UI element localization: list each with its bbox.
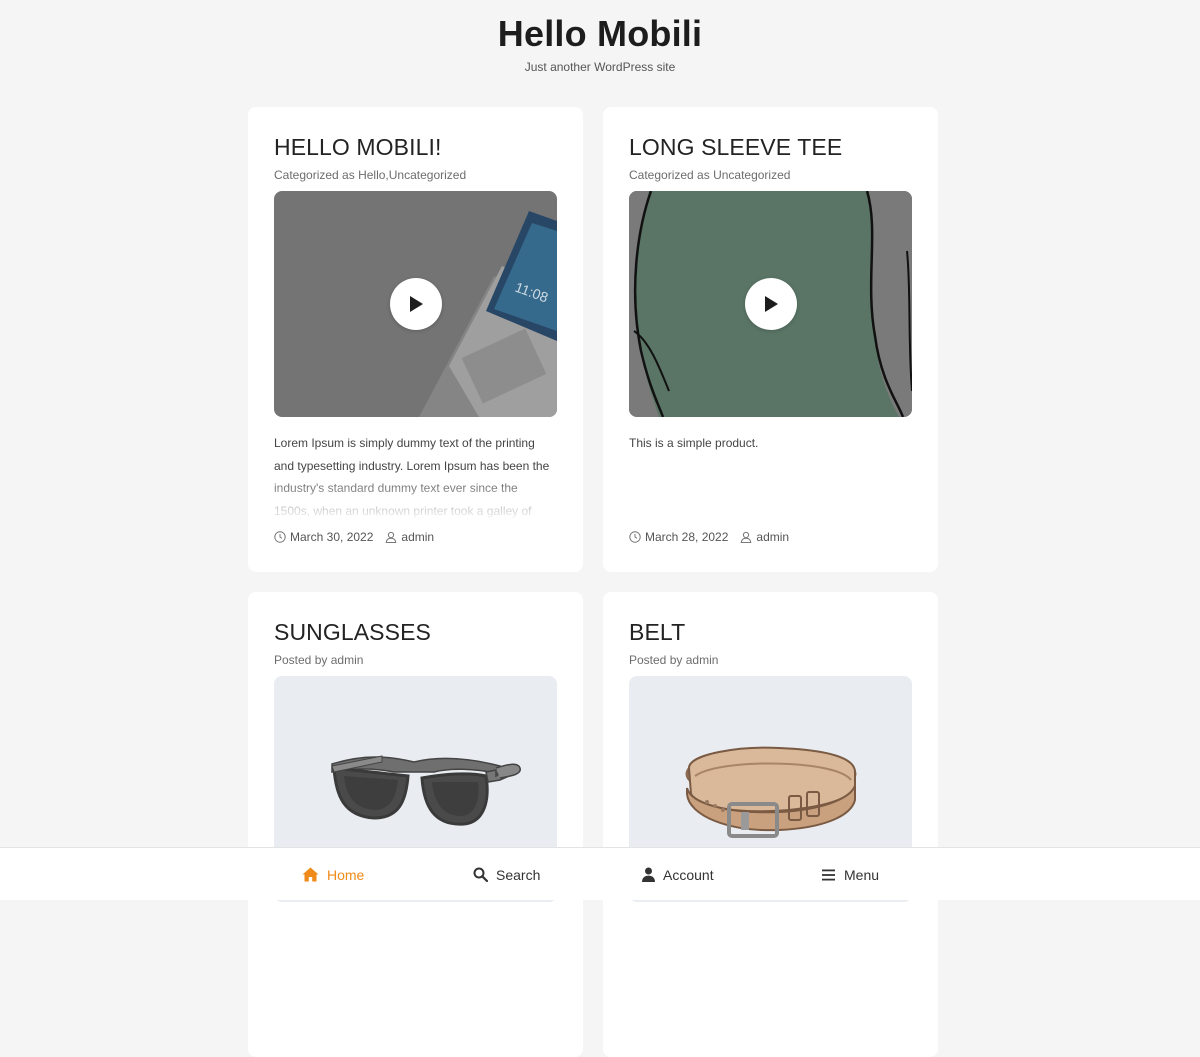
nav-menu[interactable]: Menu [822,848,879,901]
post-card: SUNGLASSES Posted by admin [248,592,583,1057]
post-excerpt: Lorem Ipsum is simply dummy text of the … [274,432,557,522]
post-title[interactable]: LONG SLEEVE TEE [629,133,912,161]
user-outline-icon [386,531,397,543]
post-footer: March 30, 2022 admin [274,530,446,544]
nav-account[interactable]: Account [642,848,714,901]
posts-grid: HELLO MOBILI! Categorized as Hello,Uncat… [248,107,938,1057]
post-byline: Posted by admin [629,652,912,668]
nav-home[interactable]: Home [302,848,364,901]
post-date-text[interactable]: March 30, 2022 [290,530,373,544]
post-title[interactable]: BELT [629,618,912,646]
meta-prefix: Categorized as [274,168,355,182]
play-icon [409,296,423,312]
nav-account-label: Account [663,866,714,883]
clock-icon [274,531,286,543]
post-author-text[interactable]: admin [401,530,434,544]
category-links[interactable]: Hello,Uncategorized [358,168,466,182]
menu-icon [822,869,835,880]
nav-home-label: Home [327,866,365,883]
category-links[interactable]: Uncategorized [713,168,790,182]
post-categories: Categorized as Hello,Uncategorized [274,167,557,183]
play-button[interactable] [389,278,442,330]
meta-prefix: Posted by [629,653,683,667]
post-video[interactable] [629,191,912,417]
site-header: Hello Mobili Just another WordPress site [0,0,1200,94]
post-author: admin [740,530,789,544]
play-button[interactable] [744,278,797,330]
post-footer: March 28, 2022 admin [629,530,801,544]
nav-menu-label: Menu [844,866,880,883]
post-title[interactable]: SUNGLASSES [274,618,557,646]
play-icon [764,296,778,312]
site-tagline: Just another WordPress site [524,60,676,74]
post-card: LONG SLEEVE TEE Categorized as Uncategor… [603,107,938,572]
post-video[interactable]: 11:08 [274,191,557,417]
author-link[interactable]: admin [686,653,719,667]
search-icon [473,867,488,882]
post-card: BELT Posted by admin [603,592,938,1057]
user-outline-icon [741,531,752,543]
nav-search[interactable]: Search [473,848,540,901]
post-date-text[interactable]: March 28, 2022 [645,530,728,544]
bottom-navigation: Home Search Account Menu [0,847,1200,900]
post-title[interactable]: HELLO MOBILI! [274,133,557,161]
post-date: March 28, 2022 [629,530,728,544]
post-categories: Categorized as Uncategorized [629,167,912,183]
clock-icon [629,531,641,543]
post-byline: Posted by admin [274,652,557,668]
nav-search-label: Search [496,866,541,883]
post-author-text[interactable]: admin [756,530,789,544]
home-icon [302,867,319,882]
meta-prefix: Categorized as [629,168,710,182]
author-link[interactable]: admin [331,653,364,667]
site-title[interactable]: Hello Mobili [0,14,1200,54]
post-card: HELLO MOBILI! Categorized as Hello,Uncat… [248,107,583,572]
meta-prefix: Posted by [274,653,328,667]
post-excerpt: This is a simple product. [629,436,759,450]
post-date: March 30, 2022 [274,530,373,544]
user-icon [642,867,655,882]
post-author: admin [385,530,434,544]
